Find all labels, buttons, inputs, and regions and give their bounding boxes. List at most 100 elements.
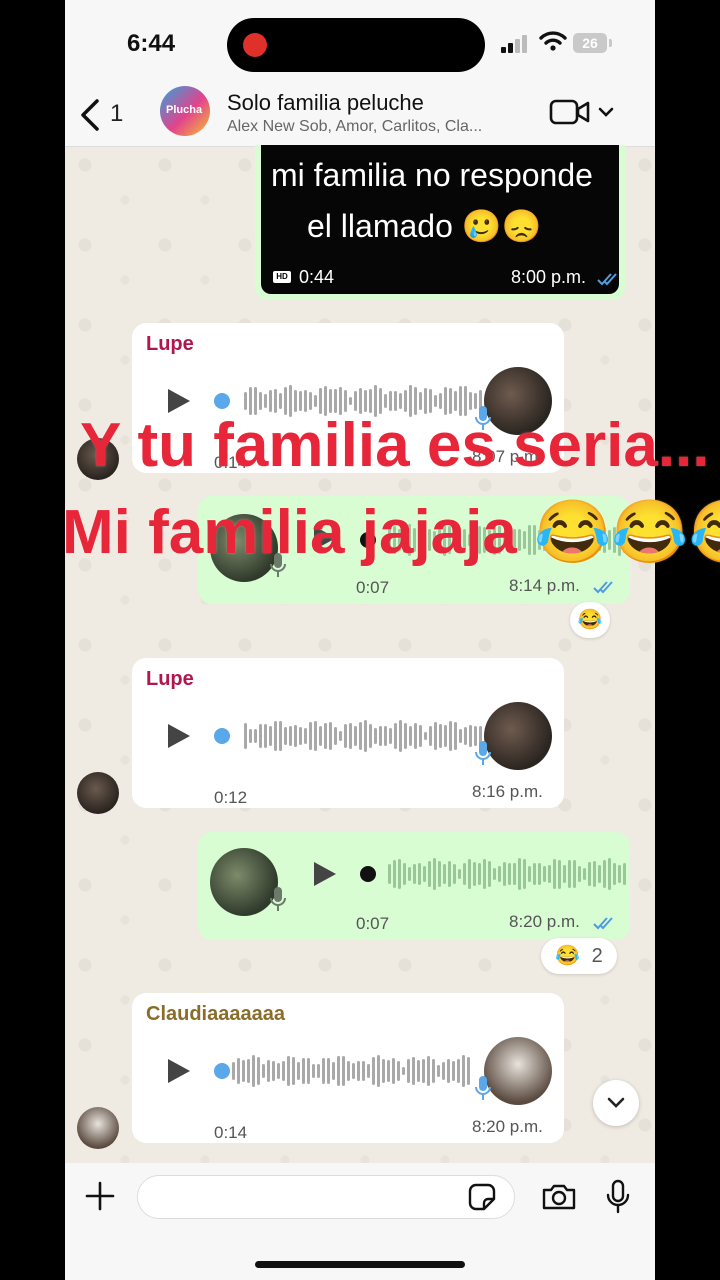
playback-handle[interactable] <box>214 728 230 744</box>
reaction-badge[interactable]: 😂 2 <box>541 938 617 974</box>
overlay-caption-line2: Mi familia jajaja 😂😂😂 <box>62 498 720 567</box>
waveform-bar <box>563 864 566 884</box>
participant-avatar[interactable] <box>77 772 119 814</box>
waveform-bar <box>359 722 362 750</box>
waveform-bar <box>304 728 307 744</box>
back-chevron-icon[interactable] <box>77 98 103 132</box>
waveform-bar <box>478 862 481 886</box>
waveform-bar <box>473 861 476 887</box>
waveform-bar <box>408 866 411 882</box>
read-ticks-icon <box>593 917 613 930</box>
message-time: 8:00 p.m. <box>511 267 587 287</box>
waveform-3[interactable] <box>244 716 482 756</box>
waveform-bar <box>558 859 561 889</box>
plus-icon[interactable] <box>85 1181 115 1211</box>
waveform-bar <box>553 859 556 889</box>
video-caption-line1: mi familia no responde <box>271 157 593 193</box>
waveform-bar <box>422 1058 425 1084</box>
waveform-bar <box>598 865 601 883</box>
waveform-bar <box>299 391 302 411</box>
wifi-icon <box>539 31 567 51</box>
playback-handle[interactable] <box>360 866 376 882</box>
waveform-bar <box>603 859 606 889</box>
waveform-bar <box>437 1065 440 1077</box>
message-input[interactable] <box>137 1175 515 1219</box>
play-icon[interactable] <box>168 724 190 748</box>
waveform-bar <box>399 720 402 752</box>
waveform-bar <box>583 868 586 880</box>
group-name[interactable]: Solo familia peluche <box>227 90 424 116</box>
waveform-bar <box>543 866 546 882</box>
waveform-bar <box>488 861 491 887</box>
waveform-bar <box>262 1063 265 1079</box>
waveform-4[interactable] <box>388 854 626 894</box>
waveform-bar <box>232 1061 235 1081</box>
waveform-bar <box>259 392 262 410</box>
sticker-icon[interactable] <box>468 1183 496 1211</box>
waveform-bar <box>403 863 406 885</box>
waveform-bar <box>252 1055 255 1087</box>
waveform-bar <box>294 725 297 747</box>
waveform-bar <box>523 859 526 889</box>
chevron-down-icon <box>607 1097 625 1108</box>
group-avatar[interactable]: Plucha <box>160 86 210 136</box>
voice-message-outgoing[interactable]: 0:07 8:20 p.m. <box>198 832 630 940</box>
waveform-bar <box>354 726 357 746</box>
reaction-badge[interactable]: 😂 <box>570 602 610 638</box>
voice-message-incoming[interactable]: Claudiaaaaaaa 0:14 8:20 p.m. <box>132 993 564 1143</box>
waveform-bar <box>257 1056 260 1086</box>
waveform-bar <box>392 1057 395 1085</box>
waveform-bar <box>347 1060 350 1082</box>
waveform-bar <box>287 1055 290 1087</box>
battery-nub <box>609 39 612 47</box>
waveform-bar <box>309 721 312 751</box>
dynamic-island <box>227 18 485 72</box>
unread-count[interactable]: 1 <box>110 100 123 128</box>
phone-screen: 6:44 26 1 Plucha Solo familia peluche Al… <box>65 0 655 1280</box>
home-indicator <box>255 1261 465 1268</box>
waveform-bar <box>409 725 412 747</box>
waveform-bar <box>272 1060 275 1082</box>
waveform-bar <box>249 729 252 743</box>
waveform-bar <box>613 863 616 885</box>
video-thumbnail[interactable]: mi familia no responde el llamado 🥲😞 HD … <box>261 145 619 294</box>
message-time: 8:20 p.m. <box>509 912 580 931</box>
scroll-to-bottom-button[interactable] <box>593 1080 639 1126</box>
voice-message-incoming[interactable]: Lupe 0:12 8:16 p.m. <box>132 658 564 808</box>
video-call-icon[interactable] <box>549 98 591 126</box>
video-message-bubble[interactable]: mi familia no responde el llamado 🥲😞 HD … <box>255 145 625 300</box>
waveform-bar <box>377 1055 380 1087</box>
microphone-icon[interactable] <box>605 1179 631 1215</box>
group-avatar-text: Plucha <box>166 104 203 116</box>
reaction-emoji: 😂 <box>577 609 603 631</box>
chevron-down-icon[interactable] <box>598 106 614 118</box>
waveform-5[interactable] <box>232 1051 470 1091</box>
waveform-bar <box>573 860 576 888</box>
waveform-bar <box>244 722 247 750</box>
waveform-bar <box>242 1060 245 1082</box>
waveform-bar <box>458 869 461 879</box>
voice-duration: 0:12 <box>214 788 248 807</box>
waveform-bar <box>438 861 441 887</box>
playback-handle[interactable] <box>214 1063 230 1079</box>
waveform-bar <box>314 720 317 752</box>
status-bar: 6:44 26 <box>65 0 655 80</box>
waveform-bar <box>364 720 367 752</box>
play-icon[interactable] <box>314 862 336 886</box>
waveform-bar <box>417 1059 420 1083</box>
playback-handle[interactable] <box>214 393 230 409</box>
participant-avatar[interactable] <box>77 1107 119 1149</box>
waveform-bar <box>513 863 516 885</box>
waveform-bar <box>267 1060 270 1082</box>
play-icon[interactable] <box>168 1059 190 1083</box>
group-members[interactable]: Alex New Sob, Amor, Carlitos, Cla... <box>227 118 482 136</box>
waveform-bar <box>344 724 347 748</box>
waveform-bar <box>334 726 337 746</box>
waveform-bar <box>419 391 422 411</box>
message-time: 8:20 p.m. <box>472 1117 543 1136</box>
waveform-bar <box>279 392 282 410</box>
waveform-bar <box>398 858 401 890</box>
waveform-bar <box>319 725 322 747</box>
waveform-bar <box>322 1058 325 1084</box>
camera-icon[interactable] <box>541 1183 577 1211</box>
